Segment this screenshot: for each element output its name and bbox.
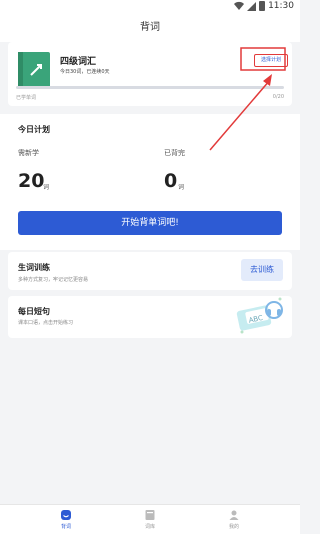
reviewed-label: 已背完 [164, 149, 185, 157]
book-title: 四级词汇 [60, 57, 97, 67]
new-words-unit: 词 [43, 184, 50, 191]
go-training-button[interactable]: 去训练 [241, 259, 283, 281]
wifi-icon [234, 1, 245, 11]
smile-icon [61, 510, 71, 520]
abc-illustration-icon: ABC [236, 297, 283, 334]
tab-memorize-label: 背词 [60, 524, 71, 530]
progress-count: 0/20 [272, 94, 284, 100]
bottom-nav: 背词 词库 我的 [0, 504, 300, 534]
progress-labels: 已学单词 0/20 [16, 94, 284, 101]
daily-quote-title: 每日短句 [18, 307, 50, 316]
book-icon [145, 510, 155, 520]
book-stats: 今日30词，已连续0天 [60, 69, 110, 75]
select-plan-button[interactable]: 选择计划 [254, 54, 288, 67]
tab-library[interactable]: 词库 [130, 505, 170, 534]
status-bar: 11:30 [0, 0, 300, 14]
new-words-value: 20 [18, 170, 45, 192]
battery-icon [259, 1, 266, 11]
tab-profile[interactable]: 我的 [214, 505, 254, 534]
training-title: 生词训练 [18, 263, 50, 272]
training-desc: 多种方式复习，牢记记忆更容易 [18, 277, 89, 283]
book-cover-icon [30, 64, 42, 76]
word-training-card[interactable]: 生词训练 多种方式复习，牢记记忆更容易 去训练 [8, 252, 292, 290]
tab-memorize[interactable]: 背词 [46, 505, 86, 534]
tab-library-label: 词库 [144, 524, 155, 530]
progress-label: 已学单词 [16, 95, 37, 101]
new-words-label: 需新学 [18, 149, 39, 157]
person-icon [229, 510, 239, 520]
signal-icon [247, 1, 257, 11]
status-time: 11:30 [268, 1, 294, 11]
today-plan-section: 今日计划 需新学 20 词 已背完 0 词 开始背单词吧! [0, 114, 300, 250]
book-cover [18, 52, 50, 88]
daily-quote-card[interactable]: 每日短句 课本口语，点击开始练习 ABC [8, 296, 292, 338]
today-plan-title: 今日计划 [18, 125, 50, 134]
start-memorize-button[interactable]: 开始背单词吧! [18, 211, 282, 235]
page-title: 背词 [0, 14, 300, 42]
reviewed-value: 0 [164, 170, 178, 192]
daily-quote-desc: 课本口语，点击开始练习 [18, 320, 74, 326]
progress-bar [16, 86, 284, 89]
status-icons: 11:30 [234, 1, 294, 11]
reviewed-unit: 词 [178, 184, 185, 191]
tab-profile-label: 我的 [228, 524, 239, 530]
